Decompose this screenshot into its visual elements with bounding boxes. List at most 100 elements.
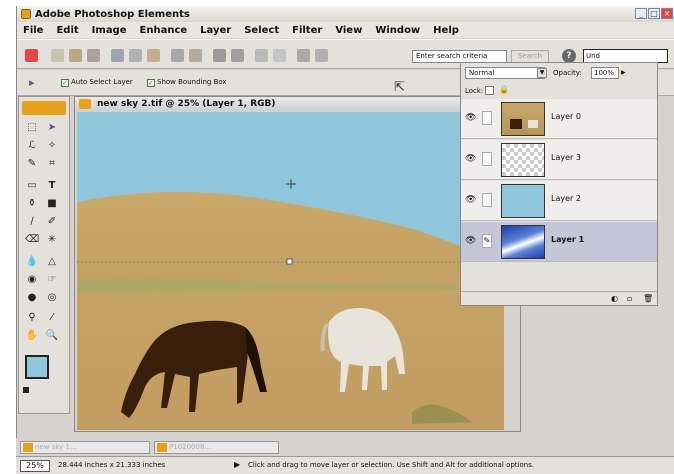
import-icon[interactable]	[87, 49, 100, 62]
selection-brush-tool-icon[interactable]: ✎	[25, 157, 39, 171]
layer-row-layer-0[interactable]: 👁 Layer 0	[461, 99, 657, 139]
quick-fix-icon[interactable]	[213, 49, 226, 62]
layer-row-layer-3[interactable]: 👁 Layer 3	[461, 140, 657, 180]
layer-name: Layer 1	[551, 235, 585, 244]
app-title: Adobe Photoshop Elements	[35, 8, 190, 20]
foreground-color-swatch[interactable]	[25, 355, 49, 379]
menu-view[interactable]: View	[335, 25, 362, 36]
layer-name: Layer 2	[551, 194, 581, 203]
hand-tool-icon[interactable]: ✋	[25, 329, 39, 343]
layer-link-box[interactable]	[482, 111, 492, 125]
lasso-tool-icon[interactable]: ℒ	[25, 139, 39, 153]
trash-icon[interactable]: 🗑	[643, 294, 653, 303]
sponge-tool-icon[interactable]: ◉	[25, 273, 39, 287]
doc-tab-new-sky-1[interactable]: new sky 1...	[20, 441, 150, 454]
type-tool-icon[interactable]: T	[45, 179, 59, 193]
layer-thumbnail-horses	[501, 102, 545, 136]
marquee-tool-icon[interactable]: ⬚	[25, 121, 39, 135]
step-backward-icon[interactable]	[189, 49, 202, 62]
image-canvas[interactable]	[77, 112, 504, 430]
menu-filter[interactable]: Filter	[292, 25, 322, 36]
move-tool-icon[interactable]: ➤	[45, 121, 59, 135]
opacity-arrow-icon[interactable]: ▶	[621, 67, 629, 79]
menu-edit[interactable]: Edit	[56, 25, 78, 36]
close-button[interactable]: ×	[661, 8, 673, 19]
eye-icon[interactable]: 👁	[465, 154, 476, 164]
new-layer-icon[interactable]: ▫	[627, 294, 632, 303]
undo-history-palette-tab[interactable]: Und	[583, 49, 668, 63]
document-icon	[157, 443, 167, 452]
zoom-tool-icon[interactable]: 🔍	[45, 329, 59, 343]
show-bounding-box-label: Show Bounding Box	[157, 78, 227, 86]
status-hint: Click and drag to move layer or selectio…	[248, 461, 535, 469]
maximize-button[interactable]: □	[648, 8, 660, 19]
photo-browser-icon[interactable]	[297, 49, 310, 62]
menu-file[interactable]: File	[23, 25, 43, 36]
new-adjustment-layer-icon[interactable]: ◐	[611, 294, 618, 303]
file-browser-icon[interactable]	[315, 49, 328, 62]
dodge-tool-icon[interactable]: ●	[25, 291, 39, 305]
new-file-icon[interactable]	[51, 49, 64, 62]
title-bar: Adobe Photoshop Elements	[17, 6, 674, 22]
eye-icon[interactable]: 👁	[465, 236, 476, 246]
toolbox: ⬚ ➤ ℒ ✧ ✎ ⌗ ▭ T ⚱ ■ ∕ ✐ ⌫ ✳ 💧 △ ◉ ☞ ● ◎ …	[18, 96, 70, 414]
opacity-input[interactable]: 100%	[591, 67, 619, 79]
welcome-icon[interactable]	[25, 49, 38, 62]
email-icon[interactable]	[147, 49, 160, 62]
sharpen-tool-icon[interactable]: △	[45, 255, 59, 269]
layer-link-box[interactable]	[482, 193, 492, 207]
save-icon[interactable]	[111, 49, 124, 62]
eye-icon[interactable]: 👁	[465, 195, 476, 205]
red-eye-brush-tool-icon[interactable]: ✳	[45, 233, 59, 247]
layer-link-box[interactable]	[482, 152, 492, 166]
paint-bucket-tool-icon[interactable]: ⚱	[25, 197, 39, 211]
lock-all-icon[interactable]: 🔒	[499, 85, 509, 95]
eye-icon[interactable]: 👁	[465, 113, 476, 123]
save-for-web-icon[interactable]	[231, 49, 244, 62]
smudge-tool-icon[interactable]: ☞	[45, 273, 59, 287]
lock-transparency-icon[interactable]	[485, 86, 494, 95]
pencil-tool-icon[interactable]: ✐	[45, 215, 59, 229]
crop-tool-icon[interactable]: ⌗	[45, 157, 59, 171]
status-menu-arrow-icon[interactable]: ▶	[234, 460, 240, 469]
brush-icon[interactable]: ✎	[482, 234, 492, 248]
burn-tool-icon[interactable]: ◎	[45, 291, 59, 305]
layers-palette: Normal ▼ Opacity: 100% ▶ Lock: 🔒 👁 Layer…	[460, 62, 658, 306]
menu-image[interactable]: Image	[92, 25, 127, 36]
blur-tool-icon[interactable]: 💧	[25, 255, 39, 269]
layer-row-layer-1[interactable]: 👁 ✎ Layer 1	[461, 222, 657, 262]
menu-bar: File Edit Image Enhance Layer Select Fil…	[17, 22, 674, 38]
brush-tool-icon[interactable]: ∕	[25, 215, 39, 229]
help-icon[interactable]: ?	[562, 49, 576, 63]
menu-enhance[interactable]: Enhance	[140, 25, 188, 36]
shape-tool-icon[interactable]: ▭	[25, 179, 39, 193]
doc-tab-p1020008[interactable]: P1020008...	[154, 441, 279, 454]
chevron-down-icon[interactable]: ▼	[537, 68, 547, 78]
minimize-button[interactable]: _	[635, 8, 647, 19]
redo-icon[interactable]	[273, 49, 286, 62]
eraser-tool-icon[interactable]: ⌫	[25, 233, 39, 247]
eyedropper-tool-icon[interactable]: ⁄	[45, 311, 59, 325]
photoshop-elements-logo-icon	[21, 9, 31, 19]
menu-help[interactable]: Help	[433, 25, 459, 36]
magic-wand-tool-icon[interactable]: ✧	[45, 139, 59, 153]
web-gallery-icon[interactable]	[171, 49, 184, 62]
status-bar: 25% 28.444 inches x 21.333 inches ▶ Clic…	[16, 456, 674, 474]
menu-window[interactable]: Window	[375, 25, 420, 36]
auto-select-checkbox[interactable]: ✓ Auto Select Layer	[61, 78, 133, 87]
zoom-field[interactable]: 25%	[20, 460, 50, 472]
bounding-box-handle[interactable]	[286, 258, 293, 265]
layer-thumbnail-sky	[501, 184, 545, 218]
gradient-tool-icon[interactable]: ■	[45, 197, 59, 211]
menu-layer[interactable]: Layer	[200, 25, 231, 36]
clone-stamp-tool-icon[interactable]: ⚲	[25, 311, 39, 325]
default-colors-icon[interactable]	[23, 387, 29, 393]
menu-select[interactable]: Select	[244, 25, 279, 36]
blend-mode-select[interactable]: Normal	[465, 67, 545, 79]
undo-icon[interactable]	[255, 49, 268, 62]
layer-row-layer-2[interactable]: 👁 Layer 2	[461, 181, 657, 221]
print-icon[interactable]	[129, 49, 142, 62]
show-bounding-box-checkbox[interactable]: ✓ Show Bounding Box	[147, 78, 227, 87]
open-icon[interactable]	[69, 49, 82, 62]
document-title-bar[interactable]: new sky 2.tif @ 25% (Layer 1, RGB)	[75, 97, 520, 111]
